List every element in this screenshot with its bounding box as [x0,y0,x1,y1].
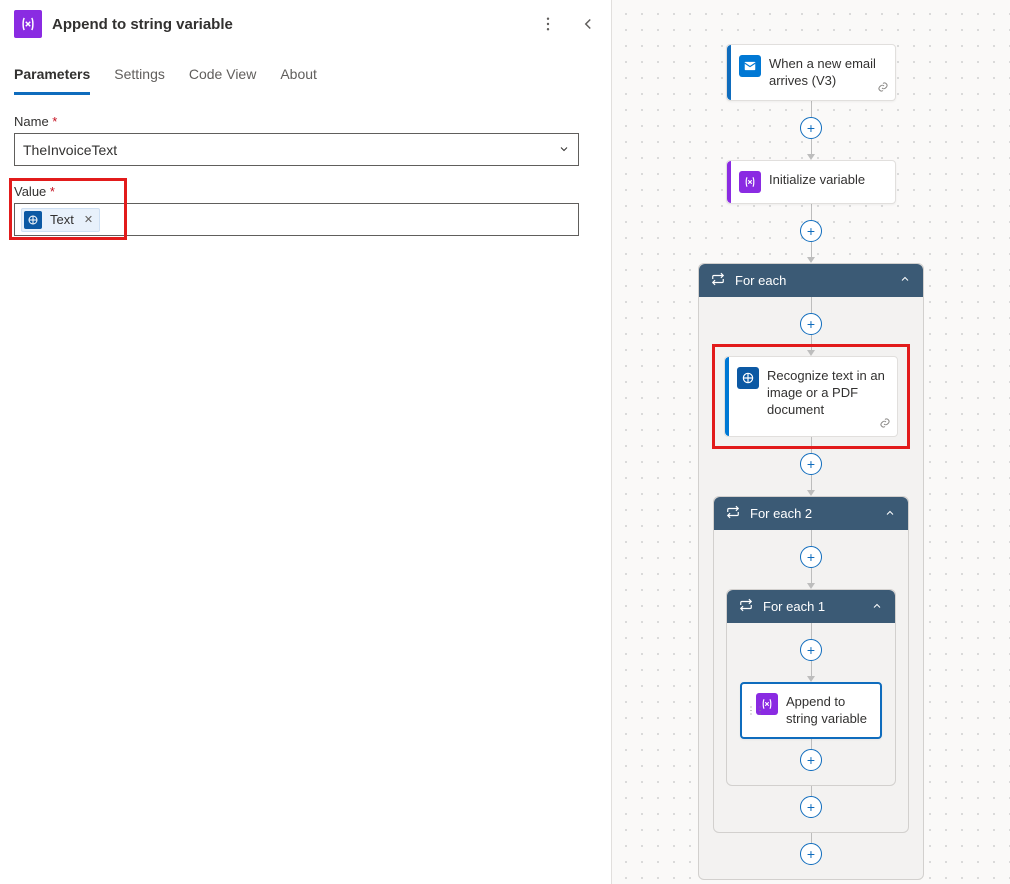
for-each-header[interactable]: For each [699,264,923,297]
add-step-button[interactable]: + [800,453,822,475]
node-initialize-variable[interactable]: Initialize variable [726,160,896,204]
flow-canvas[interactable]: When a new email arrives (V3) + Initiali… [612,0,1010,884]
node-label: When a new email arrives (V3) [769,55,885,90]
panel-header: Append to string variable [0,0,611,48]
for-each-1-header[interactable]: For each 1 [727,590,895,623]
panel-title: Append to string variable [52,16,523,33]
add-step-button[interactable]: + [800,639,822,661]
chevron-up-icon [884,506,896,522]
add-step-button[interactable]: + [800,546,822,568]
node-for-each-1: For each 1 + ⋮⋮ [726,589,896,786]
loop-icon [739,598,753,615]
token-remove[interactable]: ✕ [82,213,95,226]
link-icon [877,80,889,96]
node-recognize-text[interactable]: Recognize text in an image or a PDF docu… [724,356,898,438]
variable-icon [739,171,761,193]
properties-panel: Append to string variable Parameters Set… [0,0,612,884]
node-append-to-string[interactable]: ⋮⋮ Append to string variable [740,682,882,739]
ocr-icon [737,367,759,389]
name-select[interactable]: TheInvoiceText [14,133,579,166]
node-for-each: For each + [698,263,924,880]
node-label: Recognize text in an image or a PDF docu… [767,367,887,419]
for-each-1-label: For each 1 [763,599,861,614]
tab-parameters[interactable]: Parameters [14,66,90,95]
tab-settings[interactable]: Settings [114,66,165,95]
add-step-button[interactable]: + [800,313,822,335]
chevron-up-icon [899,272,911,288]
node-for-each-2: For each 2 + For e [713,496,909,833]
value-input[interactable]: Text ✕ [14,203,579,236]
add-step-button[interactable]: + [800,117,822,139]
for-each-2-label: For each 2 [750,506,874,521]
name-label-text: Name [14,114,49,129]
collapse-button[interactable] [573,11,603,37]
loop-icon [711,272,725,289]
chevron-up-icon [871,599,883,615]
tab-code-view[interactable]: Code View [189,66,256,95]
node-label: Append to string variable [786,693,871,728]
add-step-button[interactable]: + [800,843,822,865]
more-button[interactable] [533,11,563,37]
for-each-label: For each [735,273,889,288]
node-email-trigger[interactable]: When a new email arrives (V3) [726,44,896,101]
ocr-token-icon [24,211,42,229]
variable-icon [14,10,42,38]
loop-icon [726,505,740,522]
tab-about[interactable]: About [280,66,317,95]
value-label-text: Value [14,184,46,199]
add-step-button[interactable]: + [800,220,822,242]
name-value: TheInvoiceText [23,142,558,158]
token-label: Text [48,212,76,227]
chevron-down-icon [558,142,570,158]
value-label: Value * [14,184,597,199]
add-step-button[interactable]: + [800,796,822,818]
token-text[interactable]: Text ✕ [21,208,100,232]
add-step-button[interactable]: + [800,749,822,771]
for-each-2-header[interactable]: For each 2 [714,497,908,530]
node-label: Initialize variable [769,171,865,189]
link-icon [879,416,891,432]
outlook-icon [739,55,761,77]
panel-tabs: Parameters Settings Code View About [0,48,611,96]
parameters-form: Name * TheInvoiceText Value * [0,96,611,254]
drag-handle-icon[interactable]: ⋮⋮ [746,705,764,716]
name-label: Name * [14,114,597,129]
